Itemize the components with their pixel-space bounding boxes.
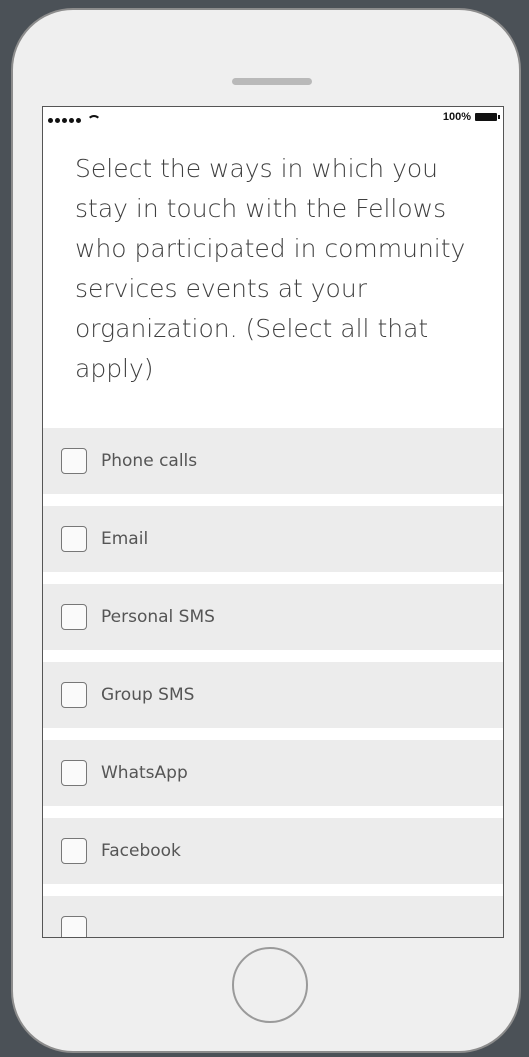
checkbox[interactable] xyxy=(61,760,87,786)
option-label: WhatsApp xyxy=(101,763,188,783)
option-phone-calls[interactable]: Phone calls xyxy=(43,428,503,494)
option-whatsapp[interactable]: WhatsApp xyxy=(43,740,503,806)
checkbox[interactable] xyxy=(61,682,87,708)
option-facebook[interactable]: Facebook xyxy=(43,818,503,884)
option-label: Facebook xyxy=(101,841,181,861)
battery-icon xyxy=(475,113,500,121)
option-partial[interactable] xyxy=(43,896,503,937)
checkbox[interactable] xyxy=(61,604,87,630)
status-bar: 100% xyxy=(43,107,503,129)
checkbox[interactable] xyxy=(61,526,87,552)
checkbox[interactable] xyxy=(61,838,87,864)
checkbox[interactable] xyxy=(61,916,87,937)
option-label: Group SMS xyxy=(101,685,195,705)
phone-frame: 100% Select the ways in which you stay i… xyxy=(11,8,521,1053)
wifi-icon xyxy=(87,115,101,129)
option-label: Email xyxy=(101,529,149,549)
option-label: Personal SMS xyxy=(101,607,215,627)
question-text: Select the ways in which you stay in tou… xyxy=(75,154,466,383)
option-label: Phone calls xyxy=(101,451,198,471)
battery-status: 100% xyxy=(442,111,500,123)
option-email[interactable]: Email xyxy=(43,506,503,572)
checkbox[interactable] xyxy=(61,448,87,474)
options-list: Phone calls Email Personal SMS Group SMS… xyxy=(43,428,503,937)
home-button[interactable] xyxy=(232,947,308,1023)
speaker-grille xyxy=(232,78,312,85)
option-group-sms[interactable]: Group SMS xyxy=(43,662,503,728)
battery-text: 100% xyxy=(442,111,471,123)
option-personal-sms[interactable]: Personal SMS xyxy=(43,584,503,650)
screen: 100% Select the ways in which you stay i… xyxy=(42,106,504,938)
signal-strength-icon xyxy=(48,113,101,127)
